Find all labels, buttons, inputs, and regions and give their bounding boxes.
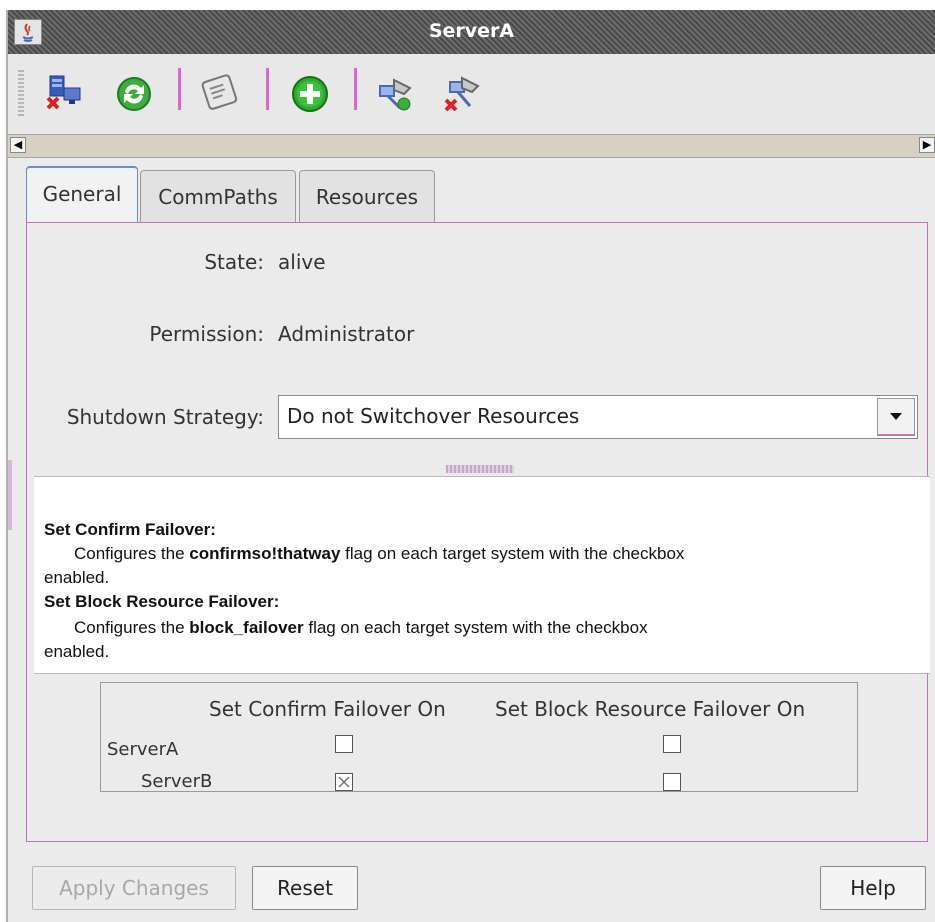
- checkmark-x-icon: [338, 776, 350, 788]
- block-desc-suffix: flag on each target system with the chec…: [303, 618, 648, 637]
- shutdown-strategy-value: Do not Switchover Resources: [287, 404, 580, 428]
- block-desc-prefix: Configures the: [74, 618, 190, 637]
- horizontal-scrollbar[interactable]: ◀ ▶: [8, 134, 935, 158]
- confirm-desc-tail: enabled.: [44, 568, 110, 587]
- script-button[interactable]: [198, 72, 242, 116]
- refresh-button[interactable]: [112, 72, 156, 116]
- splitter-handle[interactable]: [446, 465, 514, 473]
- state-value: alive: [278, 250, 326, 274]
- chevron-down-icon: [890, 413, 902, 420]
- toolbar-separator: [178, 68, 181, 110]
- confirm-checkbox-serverb[interactable]: [335, 773, 353, 791]
- disconnect-network-button[interactable]: [440, 72, 484, 116]
- server-properties-window: ServerA ◀ ▶ General CommPaths Resources …: [6, 10, 935, 922]
- permission-value: Administrator: [278, 322, 415, 346]
- tab-commpaths-label: CommPaths: [158, 185, 278, 209]
- disconnect-server-icon: [46, 75, 81, 110]
- tab-resources-label: Resources: [315, 185, 419, 209]
- block-flag-name: block_failover: [189, 618, 304, 637]
- block-checkbox-serverb[interactable]: [663, 773, 681, 791]
- tab-resources[interactable]: Resources: [299, 170, 435, 222]
- block-checkbox-servera[interactable]: [663, 735, 681, 753]
- confirm-failover-heading: Set Confirm Failover:: [44, 520, 216, 539]
- column-header-confirm: Set Confirm Failover On: [209, 697, 446, 721]
- state-label: State:: [204, 250, 264, 274]
- connect-network-button[interactable]: [374, 72, 418, 116]
- add-icon: [292, 76, 328, 112]
- confirm-desc-suffix: flag on each target system with the chec…: [340, 544, 685, 563]
- failover-table: Set Confirm Failover On Set Block Resour…: [100, 682, 858, 792]
- help-button[interactable]: Help: [820, 866, 926, 910]
- toolbar-separator: [266, 68, 269, 110]
- add-button[interactable]: [288, 72, 332, 116]
- apply-changes-button[interactable]: Apply Changes: [32, 866, 236, 910]
- tab-commpaths[interactable]: CommPaths: [140, 170, 296, 222]
- confirm-checkbox-servera[interactable]: [335, 735, 353, 753]
- confirm-desc-prefix: Configures the: [74, 544, 190, 563]
- window-title: ServerA: [428, 20, 515, 42]
- disconnect-server-button[interactable]: [42, 72, 86, 116]
- connect-network-icon: [379, 78, 412, 111]
- block-desc-tail: enabled.: [44, 642, 110, 661]
- shutdown-strategy-select[interactable]: Do not Switchover Resources: [278, 395, 918, 439]
- refresh-icon: [117, 77, 151, 111]
- row-label-servera: ServerA: [107, 739, 179, 760]
- dropdown-button[interactable]: [877, 398, 915, 436]
- row-label-serverb: ServerB: [141, 771, 213, 792]
- title-bar[interactable]: ServerA: [8, 10, 935, 55]
- column-header-block: Set Block Resource Failover On: [495, 697, 806, 721]
- reset-button[interactable]: Reset: [252, 866, 358, 910]
- permission-label: Permission:: [149, 322, 264, 346]
- disconnect-network-icon: [444, 76, 480, 112]
- shutdown-strategy-label: Shutdown Strategy:: [66, 405, 264, 429]
- toolbar-grip[interactable]: [18, 70, 24, 116]
- toolbar-separator: [354, 68, 357, 110]
- script-icon: [201, 74, 238, 110]
- scroll-left-arrow-icon[interactable]: ◀: [10, 137, 26, 153]
- toolbar: [8, 54, 935, 135]
- block-failover-heading: Set Block Resource Failover:: [44, 592, 280, 611]
- panel-edge-marker: [8, 460, 12, 530]
- failover-help-text: Set Confirm Failover: Configures the con…: [34, 476, 930, 674]
- scroll-right-arrow-icon[interactable]: ▶: [919, 137, 935, 153]
- confirm-flag-name: confirmso!thatway: [189, 544, 341, 563]
- tab-general-label: General: [42, 182, 122, 206]
- tab-general[interactable]: General: [26, 166, 138, 223]
